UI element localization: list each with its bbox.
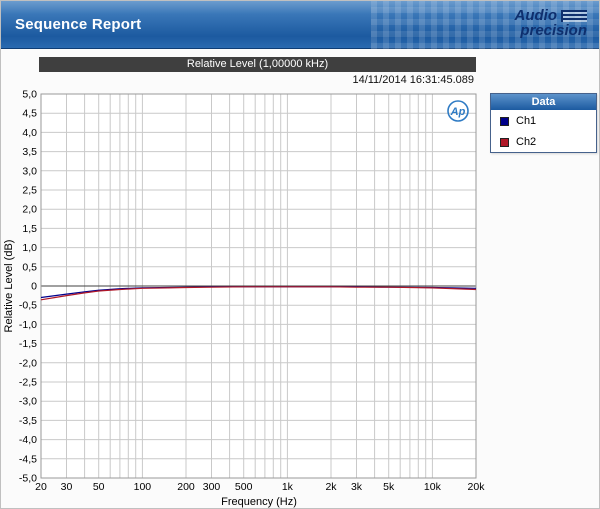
x-axis-title: Frequency (Hz): [221, 496, 297, 508]
chart-title-bar: Relative Level (1,00000 kHz): [39, 57, 476, 72]
chart-title: Relative Level (1,00000 kHz): [187, 58, 328, 70]
svg-text:1k: 1k: [282, 481, 294, 493]
chart-svg[interactable]: Ap 5,0 4,5 4,0 3,5 3,0 2,5 2,0 1,5 1,0 0,5 0 -0,5 -1,…: [3, 89, 485, 509]
svg-text:Ap: Ap: [450, 106, 466, 118]
svg-text:10k: 10k: [424, 481, 442, 493]
legend-header: Data: [491, 94, 596, 110]
svg-text:-3,5: -3,5: [19, 415, 37, 427]
y-gridlines: [41, 94, 476, 478]
sequence-report-window: Sequence Report Audio precision Relative…: [0, 0, 600, 509]
timestamp: 14/11/2014 16:31:45.089: [352, 74, 474, 86]
legend-item-ch1[interactable]: Ch1: [491, 110, 596, 131]
svg-text:200: 200: [177, 481, 195, 493]
svg-text:500: 500: [235, 481, 253, 493]
legend-panel: Data Ch1 Ch2: [490, 93, 597, 153]
y-axis-title: Relative Level (dB): [3, 240, 15, 333]
svg-text:-1,5: -1,5: [19, 338, 37, 350]
svg-text:100: 100: [134, 481, 152, 493]
svg-text:20k: 20k: [468, 481, 485, 493]
svg-text:1,5: 1,5: [22, 223, 37, 235]
svg-text:-3,0: -3,0: [19, 396, 37, 408]
ch2-label: Ch2: [516, 136, 536, 148]
svg-text:1,0: 1,0: [22, 242, 37, 254]
svg-text:-1,0: -1,0: [19, 319, 37, 331]
svg-text:50: 50: [93, 481, 105, 493]
svg-text:4,0: 4,0: [22, 127, 37, 139]
svg-text:-2,5: -2,5: [19, 377, 37, 389]
ch1-color-swatch-icon: [500, 117, 509, 126]
x-tick-labels: 20 30 50 100 200 300 500 1k 2k 3k 5k 10k 20k: [35, 481, 485, 493]
svg-text:-0,5: -0,5: [19, 300, 37, 312]
legend-item-ch2[interactable]: Ch2: [491, 131, 596, 152]
report-header: Sequence Report Audio precision: [1, 1, 600, 49]
svg-text:2,5: 2,5: [22, 185, 37, 197]
ch2-color-swatch-icon: [500, 138, 509, 147]
svg-text:0,5: 0,5: [22, 261, 37, 273]
svg-text:0: 0: [31, 281, 37, 293]
ch1-label: Ch1: [516, 115, 536, 127]
y-tick-labels: 5,0 4,5 4,0 3,5 3,0 2,5 2,0 1,5 1,0 0,5 0 -0,5 -1,0 -…: [19, 89, 37, 485]
logo-precision-text: precision: [515, 23, 588, 38]
svg-text:5,0: 5,0: [22, 89, 37, 101]
logo-audio-text: Audio: [515, 8, 558, 23]
svg-text:300: 300: [203, 481, 221, 493]
svg-text:3k: 3k: [351, 481, 363, 493]
svg-text:2,0: 2,0: [22, 204, 37, 216]
svg-text:-4,0: -4,0: [19, 434, 37, 446]
audio-precision-logo: Audio precision: [515, 8, 588, 38]
svg-text:20: 20: [35, 481, 47, 493]
svg-text:4,5: 4,5: [22, 108, 37, 120]
svg-text:5k: 5k: [383, 481, 395, 493]
svg-text:30: 30: [61, 481, 73, 493]
logo-bars-icon: [561, 10, 587, 22]
svg-text:3,0: 3,0: [22, 165, 37, 177]
svg-text:3,5: 3,5: [22, 146, 37, 158]
svg-text:-4,5: -4,5: [19, 453, 37, 465]
page-title: Sequence Report: [15, 16, 141, 33]
svg-text:-2,0: -2,0: [19, 357, 37, 369]
svg-text:2k: 2k: [325, 481, 337, 493]
